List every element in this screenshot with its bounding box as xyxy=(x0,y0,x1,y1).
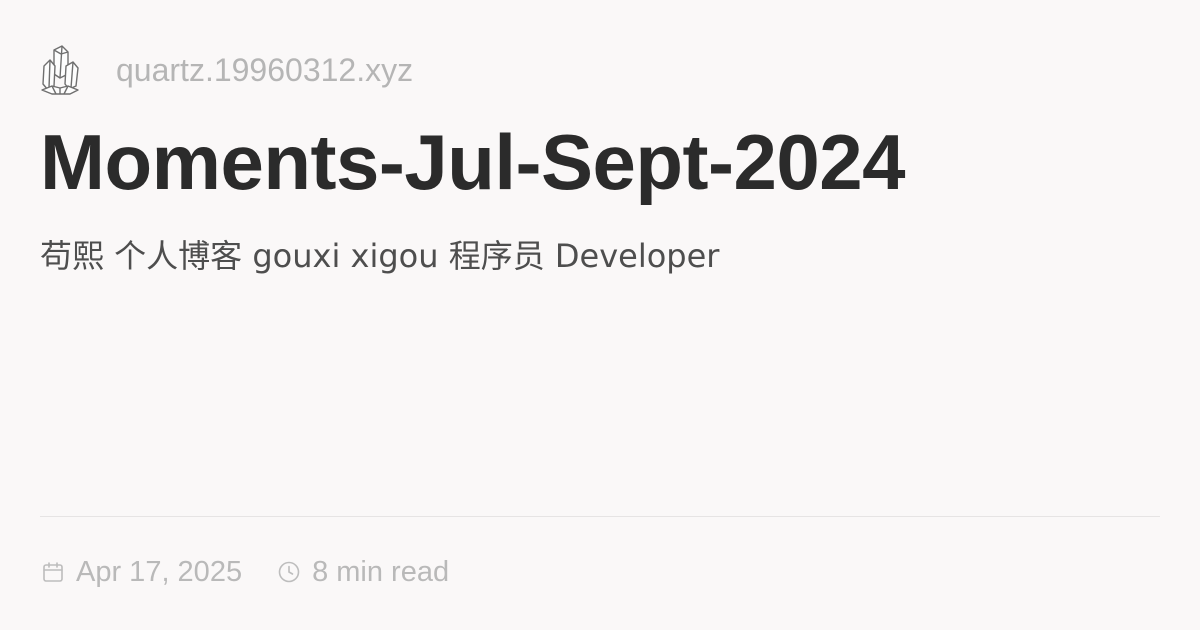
reading-time: 8 min read xyxy=(276,556,449,589)
page-meta: Apr 17, 2025 8 min read xyxy=(40,552,449,592)
site-name[interactable]: quartz.19960312.xyz xyxy=(116,54,413,86)
publish-date-text: Apr 17, 2025 xyxy=(76,555,243,588)
page-title: Moments-Jul-Sept-2024 xyxy=(40,118,906,206)
publish-date: Apr 17, 2025 xyxy=(40,556,242,589)
divider xyxy=(40,516,1160,517)
page-description: 苟熙 个人博客 gouxi xigou 程序员 Developer xyxy=(40,237,720,275)
reading-time-text: 8 min read xyxy=(312,555,450,588)
site-header: quartz.19960312.xyz xyxy=(40,40,413,100)
calendar-icon xyxy=(40,559,66,585)
crystal-quartz-icon xyxy=(40,40,96,100)
clock-icon xyxy=(276,559,302,585)
